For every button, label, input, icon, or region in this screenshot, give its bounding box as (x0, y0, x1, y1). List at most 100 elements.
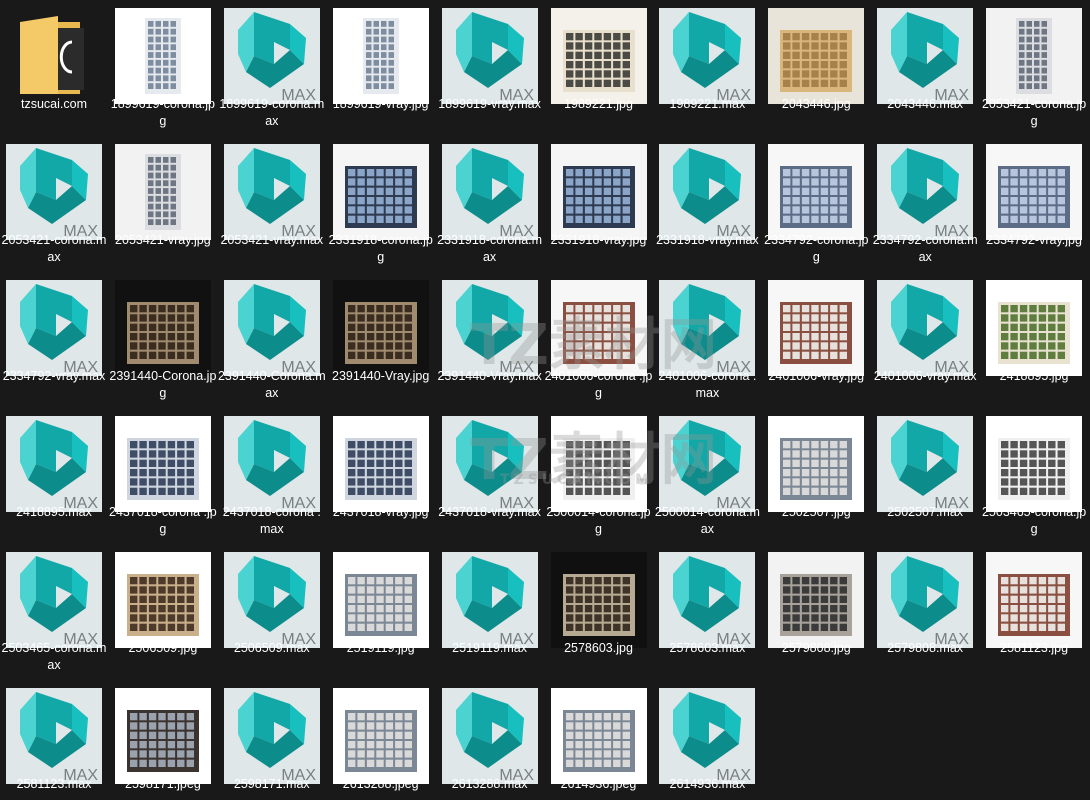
max-file-item[interactable]: MAX 2334792-corona.max (871, 136, 979, 268)
file-thumbnail[interactable] (986, 416, 1083, 512)
file-thumbnail[interactable] (550, 688, 647, 784)
file-thumbnail[interactable]: MAX (441, 416, 538, 512)
file-thumbnail[interactable]: MAX (223, 144, 320, 240)
file-thumbnail[interactable] (114, 416, 211, 512)
image-file-item[interactable]: 2401006-vray.jpg (762, 272, 870, 404)
file-thumbnail[interactable] (332, 552, 429, 648)
file-thumbnail[interactable] (768, 144, 865, 240)
file-thumbnail[interactable]: MAX (223, 8, 320, 104)
image-file-item[interactable]: 2391440-Vray.jpg (327, 272, 435, 404)
file-thumbnail[interactable]: MAX (441, 688, 538, 784)
file-thumbnail[interactable] (550, 280, 647, 376)
image-file-item[interactable]: 2500014-corona.jpg (545, 408, 653, 540)
max-file-item[interactable]: MAX 2401006-vray.max (871, 272, 979, 404)
file-thumbnail[interactable] (114, 280, 211, 376)
image-file-item[interactable]: 2519119.jpg (327, 544, 435, 676)
file-thumbnail[interactable] (550, 416, 647, 512)
file-thumbnail[interactable] (768, 552, 865, 648)
image-file-item[interactable]: 2613288.jpeg (327, 680, 435, 800)
max-file-item[interactable]: MAX 2437018-vray.max (436, 408, 544, 540)
folder-item[interactable]: tzsucai.com (0, 0, 108, 132)
file-thumbnail[interactable] (550, 8, 647, 104)
max-file-item[interactable]: MAX 2437018-corona .max (218, 408, 326, 540)
file-thumbnail[interactable] (332, 8, 429, 104)
file-thumbnail[interactable]: MAX (223, 552, 320, 648)
image-file-item[interactable]: 1899619-corona.jpg (109, 0, 217, 132)
image-file-item[interactable]: 2502507.jpg (762, 408, 870, 540)
file-thumbnail[interactable]: MAX (659, 688, 756, 784)
file-thumbnail[interactable] (114, 8, 211, 104)
max-file-item[interactable]: MAX 2506509.max (218, 544, 326, 676)
image-file-item[interactable]: 1899619-vray.jpg (327, 0, 435, 132)
file-thumbnail[interactable] (550, 144, 647, 240)
image-file-item[interactable]: 2598171.jpeg (109, 680, 217, 800)
file-thumbnail[interactable]: MAX (441, 8, 538, 104)
max-file-item[interactable]: MAX 2502507.max (871, 408, 979, 540)
file-thumbnail[interactable]: MAX (659, 8, 756, 104)
image-file-item[interactable]: 2401006-corona .jpg (545, 272, 653, 404)
max-file-item[interactable]: MAX 2334792-vray.max (0, 272, 108, 404)
file-thumbnail[interactable]: MAX (6, 144, 102, 240)
max-file-item[interactable]: MAX 2053421-corona.max (0, 136, 108, 268)
file-thumbnail[interactable] (986, 280, 1083, 376)
file-thumbnail[interactable] (6, 8, 102, 104)
file-thumbnail[interactable]: MAX (659, 144, 756, 240)
image-file-item[interactable]: 2334792-corona.jpg (762, 136, 870, 268)
file-thumbnail[interactable]: MAX (877, 144, 974, 240)
max-file-item[interactable]: MAX 2401006-corona .max (653, 272, 761, 404)
file-thumbnail[interactable] (986, 8, 1083, 104)
image-file-item[interactable]: 2391440-Corona.jpg (109, 272, 217, 404)
max-file-item[interactable]: MAX 2053421-vray.max (218, 136, 326, 268)
file-thumbnail[interactable] (114, 688, 211, 784)
max-file-item[interactable]: MAX 1989221.max (653, 0, 761, 132)
file-thumbnail[interactable]: MAX (441, 280, 538, 376)
max-file-item[interactable]: MAX 2613288.max (436, 680, 544, 800)
file-thumbnail[interactable] (332, 144, 429, 240)
max-file-item[interactable]: MAX 2579808.max (871, 544, 979, 676)
file-thumbnail[interactable] (114, 552, 211, 648)
image-file-item[interactable]: 2581123.jpg (980, 544, 1088, 676)
image-file-item[interactable]: 2053421-vray.jpg (109, 136, 217, 268)
file-thumbnail[interactable] (332, 280, 429, 376)
file-thumbnail[interactable]: MAX (877, 280, 974, 376)
file-thumbnail[interactable] (986, 552, 1083, 648)
image-file-item[interactable]: 2506509.jpg (109, 544, 217, 676)
image-file-item[interactable]: 2331918-corona.jpg (327, 136, 435, 268)
file-thumbnail[interactable] (768, 8, 865, 104)
image-file-item[interactable]: 2418895.jpg (980, 272, 1088, 404)
file-thumbnail[interactable]: MAX (877, 416, 974, 512)
max-file-item[interactable]: MAX 2331918-corona.max (436, 136, 544, 268)
image-file-item[interactable]: 2579808.jpg (762, 544, 870, 676)
file-thumbnail[interactable] (114, 144, 211, 240)
max-file-item[interactable]: MAX 2043446.max (871, 0, 979, 132)
file-thumbnail[interactable]: MAX (877, 8, 974, 104)
max-file-item[interactable]: MAX 2519119.max (436, 544, 544, 676)
image-file-item[interactable]: 2578603.jpg (545, 544, 653, 676)
image-file-item[interactable]: 2503465-corona.jpg (980, 408, 1088, 540)
file-thumbnail[interactable] (550, 552, 647, 648)
image-file-item[interactable]: 1989221.jpg (545, 0, 653, 132)
image-file-item[interactable]: 2437018-corona .jpg (109, 408, 217, 540)
file-thumbnail[interactable]: MAX (659, 416, 756, 512)
max-file-item[interactable]: MAX 2391440-Vray.max (436, 272, 544, 404)
max-file-item[interactable]: MAX 2578603.max (653, 544, 761, 676)
max-file-item[interactable]: MAX 2598171.max (218, 680, 326, 800)
file-thumbnail[interactable] (768, 280, 865, 376)
image-file-item[interactable]: 2043446.jpg (762, 0, 870, 132)
file-thumbnail[interactable] (768, 416, 865, 512)
image-file-item[interactable]: 2614936.jpeg (545, 680, 653, 800)
image-file-item[interactable]: 2437018-vray.jpg (327, 408, 435, 540)
image-file-item[interactable]: 2334792-vray.jpg (980, 136, 1088, 268)
file-thumbnail[interactable]: MAX (6, 552, 102, 648)
file-thumbnail[interactable]: MAX (223, 416, 320, 512)
file-thumbnail[interactable] (332, 688, 429, 784)
file-thumbnail[interactable] (332, 416, 429, 512)
max-file-item[interactable]: MAX 1899619-corona.max (218, 0, 326, 132)
file-thumbnail[interactable]: MAX (6, 688, 102, 784)
file-thumbnail[interactable]: MAX (877, 552, 974, 648)
file-thumbnail[interactable]: MAX (223, 280, 320, 376)
file-thumbnail[interactable] (986, 144, 1083, 240)
image-file-item[interactable]: 2331918-vray.jpg (545, 136, 653, 268)
max-file-item[interactable]: MAX 2418895.max (0, 408, 108, 540)
file-thumbnail[interactable]: MAX (223, 688, 320, 784)
